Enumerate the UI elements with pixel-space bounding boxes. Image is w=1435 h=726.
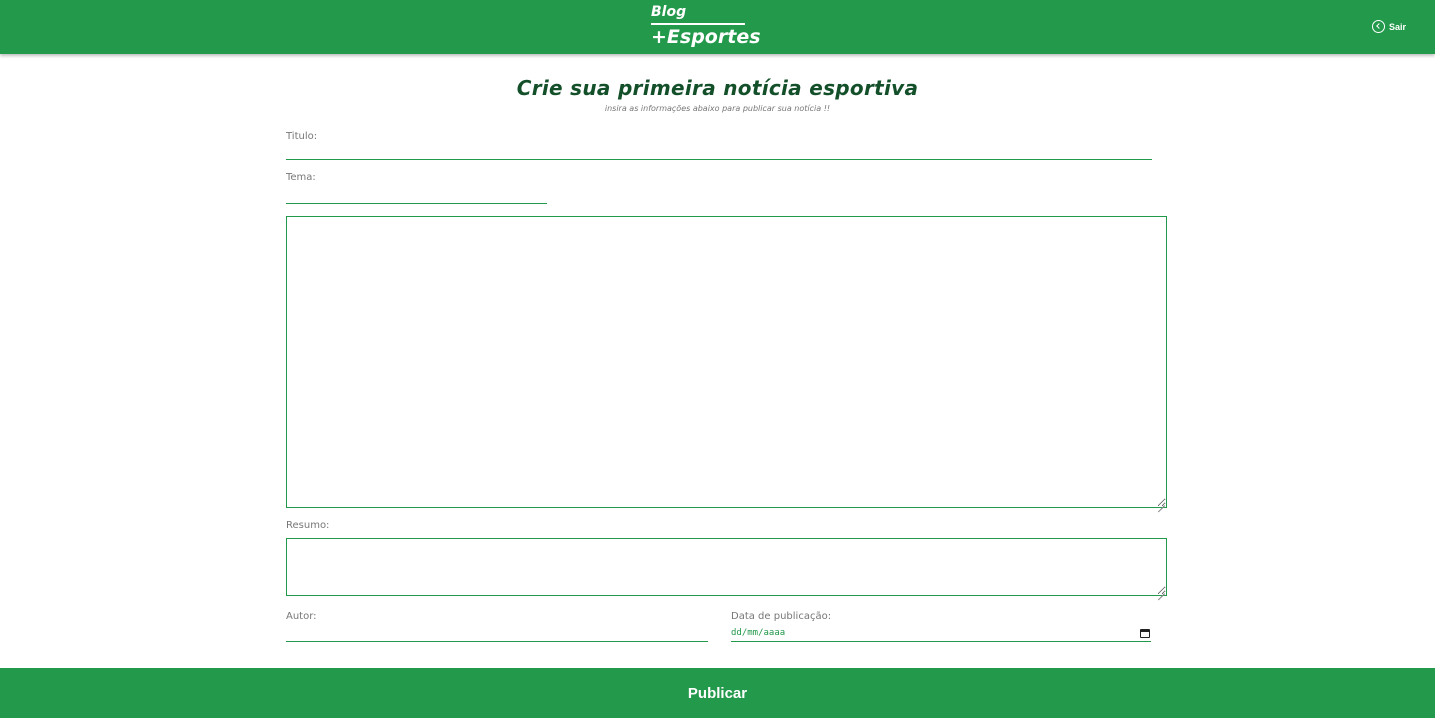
- blog-logo[interactable]: Blog +Esportes: [651, 4, 761, 48]
- logo-divider: [651, 23, 745, 25]
- author-input[interactable]: [286, 625, 708, 642]
- logo-top-text: Blog: [651, 4, 687, 20]
- top-navbar: Blog +Esportes Sair: [0, 0, 1435, 54]
- theme-input[interactable]: [286, 187, 547, 204]
- title-label: Titulo:: [286, 131, 318, 142]
- page-title: Crie sua primeira notícia esportiva: [516, 76, 919, 100]
- publish-button[interactable]: Publicar: [0, 668, 1435, 718]
- content-resize-handle[interactable]: [1158, 499, 1165, 506]
- title-input[interactable]: [286, 143, 1152, 160]
- logout-button[interactable]: Sair: [1372, 20, 1406, 33]
- date-placeholder: dd/mm/aaaa: [731, 628, 786, 638]
- summary-resize-handle[interactable]: [1158, 587, 1165, 594]
- author-label: Autor:: [286, 611, 317, 622]
- date-label: Data de publicação:: [731, 611, 832, 622]
- publication-date-input[interactable]: dd/mm/aaaa: [731, 625, 1151, 642]
- summary-label: Resumo:: [286, 520, 330, 531]
- summary-textarea[interactable]: [286, 538, 1167, 596]
- logout-label: Sair: [1389, 21, 1407, 32]
- logo-main-text: +Esportes: [651, 26, 761, 48]
- calendar-icon[interactable]: [1140, 628, 1150, 638]
- arrow-left-circle-icon: [1372, 20, 1385, 33]
- content-textarea[interactable]: [286, 216, 1167, 508]
- page-subtitle: insira as informações abaixo para public…: [604, 104, 831, 113]
- theme-label: Tema:: [286, 172, 316, 183]
